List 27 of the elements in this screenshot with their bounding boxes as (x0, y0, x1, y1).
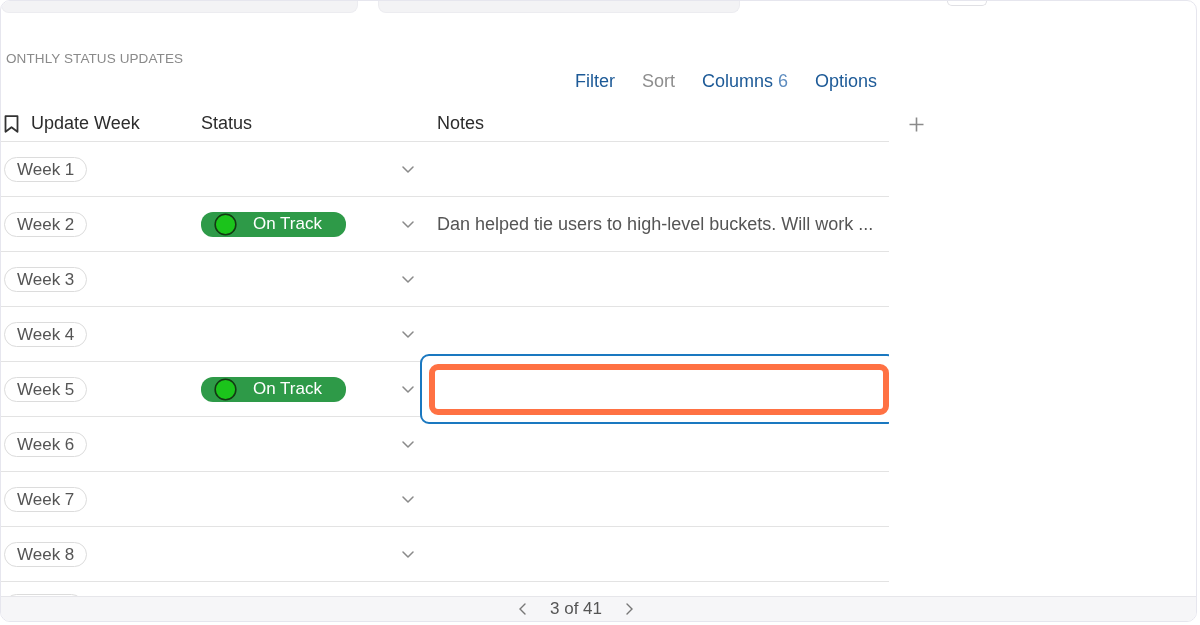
column-header[interactable]: Notes (437, 113, 485, 134)
chevron-down-icon[interactable] (402, 165, 414, 173)
section-title: ONTHLY STATUS UPDATES (5, 51, 185, 67)
column-header[interactable]: Status (201, 113, 253, 134)
column-header[interactable]: Update Week (31, 113, 140, 134)
page-indicator: 3 of 41 (550, 599, 602, 619)
chevron-down-icon[interactable] (402, 550, 414, 558)
chevron-down-icon[interactable] (402, 275, 414, 283)
chevron-down-icon[interactable] (402, 495, 414, 503)
status-label: On Track (253, 214, 322, 234)
toolbar-link[interactable]: Filter (574, 70, 615, 92)
chevron-down-icon[interactable] (402, 385, 414, 393)
toolbar-link[interactable]: Columns 6 (701, 70, 788, 92)
status-dot-icon (214, 212, 237, 236)
status-dot-icon (214, 377, 237, 401)
chevron-right-icon[interactable] (626, 603, 633, 615)
notes-text: Dan helped tie users to high-level buckets. Will work ... (437, 213, 874, 235)
toolbar-link[interactable]: Options (814, 70, 877, 92)
status-tag[interactable]: On Track (201, 211, 346, 237)
bookmark-icon (4, 114, 19, 133)
chevron-down-icon[interactable] (402, 440, 414, 448)
status-label: On Track (253, 379, 322, 399)
status-tag[interactable]: On Track (201, 376, 346, 402)
plus-icon[interactable] (909, 117, 924, 132)
chevron-down-icon[interactable] (402, 330, 414, 338)
chevron-left-icon[interactable] (519, 603, 526, 615)
chevron-down-icon[interactable] (402, 220, 414, 228)
